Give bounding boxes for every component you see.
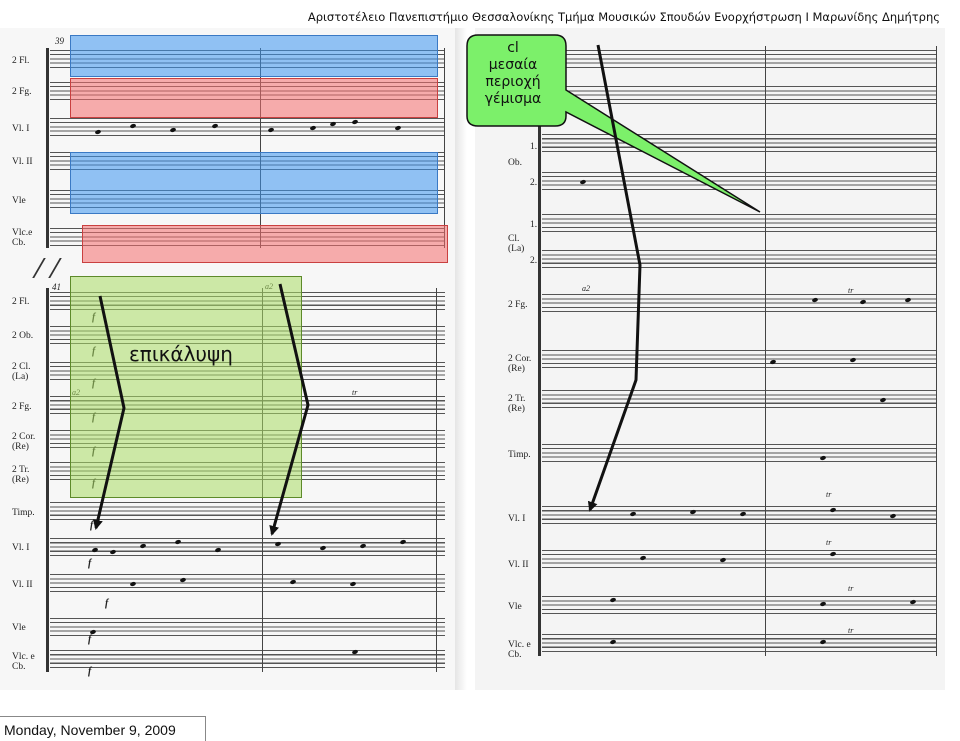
callout-line: γέμισμα [484, 91, 542, 107]
date-label: Monday, November 9, 2009 [4, 722, 176, 738]
callout-line: περιοχή [485, 74, 541, 90]
callout-line: μεσαία [488, 57, 538, 73]
callout-text: cl μεσαία περιοχή γέμισμα [458, 40, 568, 108]
callout-line: cl [507, 40, 519, 56]
arrow-middle [269, 283, 310, 536]
annotation-overlay [92, 34, 761, 536]
arrow-left [92, 295, 126, 530]
